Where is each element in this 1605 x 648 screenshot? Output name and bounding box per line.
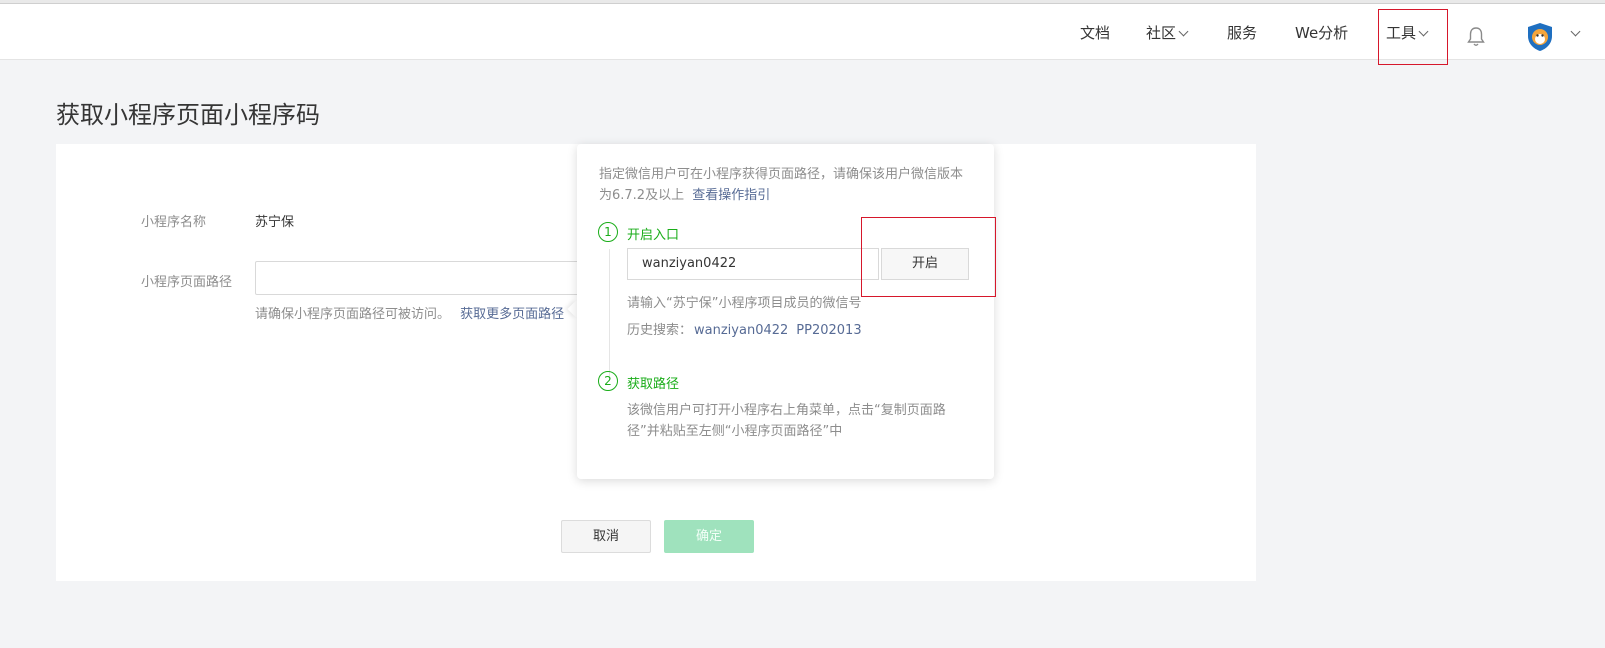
search-history: 历史搜索： wanziyan0422 PP202013	[627, 319, 868, 338]
path-guide-popover: 指定微信用户可在小程序获得页面路径，请确保该用户微信版本为6.7.2及以上 查看…	[577, 144, 994, 479]
step2-title: 获取路径	[627, 377, 680, 392]
step1-title: 开启入口	[627, 228, 680, 243]
account-chevron-down-icon[interactable]	[1570, 26, 1581, 37]
step2-number: 2	[598, 371, 618, 391]
page-path-hint: 请确保小程序页面路径可被访问。 获取更多页面路径	[255, 303, 564, 322]
bell-icon[interactable]	[1466, 26, 1486, 48]
page-path-hint-text: 请确保小程序页面路径可被访问。	[255, 307, 451, 322]
nav-services[interactable]: 服务	[1227, 22, 1257, 43]
nav-community[interactable]: 社区	[1146, 22, 1189, 43]
nav-we-analytics[interactable]: We分析	[1295, 22, 1348, 43]
confirm-button[interactable]: 确定	[664, 520, 754, 553]
popover-description-text: 指定微信用户可在小程序获得页面路径，请确保该用户微信版本为6.7.2及以上	[599, 167, 964, 203]
popover-description: 指定微信用户可在小程序获得页面路径，请确保该用户微信版本为6.7.2及以上 查看…	[599, 164, 971, 206]
highlight-box-open	[861, 217, 996, 297]
page-path-input[interactable]	[255, 261, 585, 295]
more-paths-link[interactable]: 获取更多页面路径	[460, 307, 564, 322]
page-title: 获取小程序页面小程序码	[56, 101, 320, 129]
nav-docs[interactable]: 文档	[1080, 22, 1110, 43]
miniprogram-name-label: 小程序名称	[141, 215, 207, 230]
wechat-id-hint: 请输入“苏宁保”小程序项目成员的微信号	[627, 296, 862, 311]
search-history-label: 历史搜索：	[627, 323, 693, 338]
view-guide-link[interactable]: 查看操作指引	[692, 188, 770, 203]
page-path-label: 小程序页面路径	[141, 275, 233, 290]
step1-number: 1	[598, 222, 618, 242]
step-connector-line	[609, 249, 610, 379]
wechat-id-input[interactable]: wanziyan0422	[627, 248, 879, 280]
step2-description: 该微信用户可打开小程序右上角菜单，点击“复制页面路径”并粘贴至左侧“小程序页面路…	[627, 403, 946, 439]
cancel-button[interactable]: 取消	[561, 520, 651, 553]
history-item[interactable]: wanziyan0422	[694, 323, 788, 338]
chevron-down-icon	[1178, 26, 1189, 37]
history-item[interactable]: PP202013	[796, 323, 861, 338]
highlight-box-tools	[1378, 9, 1448, 65]
top-nav-bar: 文档 社区 服务 We分析 工具	[0, 4, 1605, 60]
miniprogram-name-value: 苏宁保	[255, 215, 295, 230]
avatar[interactable]	[1526, 22, 1554, 52]
nav-community-label: 社区	[1146, 24, 1177, 42]
